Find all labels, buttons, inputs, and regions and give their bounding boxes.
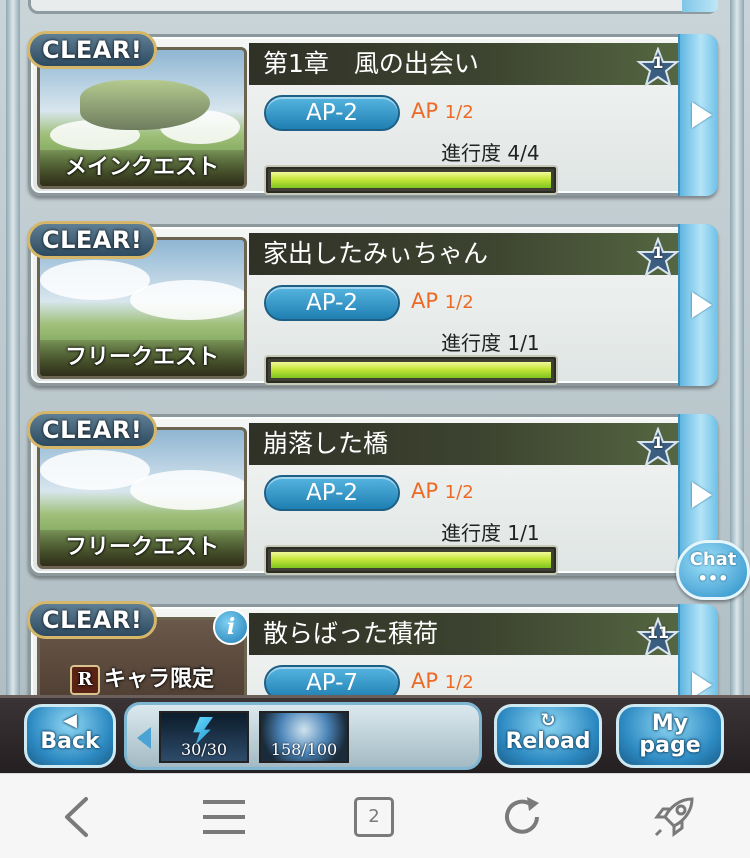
- quest-title: 崩落した橋: [249, 423, 683, 465]
- bp-status: 158/100: [259, 711, 349, 763]
- star-number: 1: [652, 433, 664, 452]
- star-icon: 1: [636, 426, 680, 468]
- quest-open-tab[interactable]: [678, 34, 718, 196]
- quest-title: 家出したみぃちゃん: [249, 233, 683, 275]
- progress-fill: [271, 552, 551, 568]
- clear-badge: CLEAR!: [27, 221, 158, 259]
- reload-icon: ↻: [540, 710, 556, 731]
- arrow-right-icon: [692, 102, 712, 128]
- quest-kind-label: R キャラ限定: [40, 662, 244, 698]
- chat-label: Chat: [689, 549, 737, 570]
- clear-badge: CLEAR!: [27, 601, 158, 639]
- ap-label: AP: [411, 289, 439, 313]
- ap-status: 30/30: [159, 711, 249, 763]
- arrow-right-icon: [692, 292, 712, 318]
- mypage-line2: page: [639, 733, 701, 758]
- ap-label: AP: [411, 669, 439, 693]
- star-icon: 1: [636, 46, 680, 88]
- ap-label: AP: [411, 99, 439, 123]
- arrow-right-icon: [692, 482, 712, 508]
- clear-badge: CLEAR!: [27, 31, 158, 69]
- game-footer: ◀ Back 30/30 158/100 ↻ Reload My page: [0, 695, 750, 773]
- ap-remaining: AP 1/2: [411, 289, 474, 313]
- ap-remaining: AP 1/2: [411, 669, 474, 693]
- clear-badge: CLEAR!: [27, 411, 158, 449]
- quest-title: 散らばった積荷: [249, 613, 683, 655]
- ap-cost-button[interactable]: AP-2: [264, 95, 400, 131]
- tabs-icon[interactable]: 2: [348, 794, 400, 840]
- status-panel[interactable]: 30/30 158/100: [124, 702, 482, 770]
- reload-icon[interactable]: [496, 794, 548, 840]
- back-icon[interactable]: [50, 794, 102, 840]
- ap-cost-button[interactable]: AP-2: [264, 285, 400, 321]
- ap-count: 1/2: [444, 102, 474, 123]
- back-button[interactable]: ◀ Back: [24, 704, 116, 768]
- browser-toolbar: 2: [0, 773, 750, 858]
- progress-bar: [266, 547, 556, 573]
- quest-title: 第1章 風の出会い: [249, 43, 683, 85]
- mypage-button[interactable]: My page: [616, 704, 724, 768]
- ap-count: 1/2: [444, 482, 474, 503]
- left-rail: [6, 0, 20, 700]
- info-icon[interactable]: i: [213, 609, 249, 645]
- progress-bar: [266, 167, 556, 193]
- progress-fill: [271, 172, 551, 188]
- reload-label: Reload: [505, 729, 591, 754]
- chat-dots: •••: [697, 569, 729, 588]
- quest-card[interactable]: フリークエスト CLEAR! 家出したみぃちゃん 1 AP-2 AP 1/2 進…: [27, 221, 718, 386]
- ap-count: 1/2: [444, 292, 474, 313]
- quest-kind-label: フリークエスト: [40, 530, 244, 566]
- progress-label: 進行度 4/4: [441, 141, 540, 165]
- back-arrow-icon: ◀: [63, 710, 77, 731]
- rocket-icon[interactable]: [648, 794, 700, 840]
- progress-fill: [271, 362, 551, 378]
- bp-value: 158/100: [270, 740, 338, 759]
- quest-card[interactable]: フリークエスト CLEAR! 崩落した橋 1 AP-2 AP 1/2 進行度 1…: [27, 411, 718, 576]
- game-area: メインクエスト CLEAR! 第1章 風の出会い 1 AP-2 AP 1/2 進…: [0, 0, 750, 770]
- caret-left-icon[interactable]: [137, 727, 151, 749]
- quest-kind-label: フリークエスト: [40, 340, 244, 376]
- ap-cost-button[interactable]: AP-2: [264, 475, 400, 511]
- quest-card[interactable]: メインクエスト CLEAR! 第1章 風の出会い 1 AP-2 AP 1/2 進…: [27, 31, 718, 196]
- progress-label: 進行度 1/1: [441, 331, 540, 355]
- ap-count: 1/2: [444, 672, 474, 693]
- quest-open-tab[interactable]: [678, 224, 718, 386]
- progress-bar: [266, 357, 556, 383]
- rarity-badge: R: [69, 665, 100, 695]
- ap-remaining: AP 1/2: [411, 99, 474, 123]
- star-number: 11: [646, 623, 670, 642]
- back-label: Back: [40, 729, 100, 754]
- star-number: 1: [652, 53, 664, 72]
- progress-label: 進行度 1/1: [441, 521, 540, 545]
- reload-button[interactable]: ↻ Reload: [494, 704, 602, 768]
- chat-button[interactable]: Chat •••: [676, 540, 750, 600]
- ap-value: 30/30: [180, 740, 228, 759]
- quest-card-partial[interactable]: [28, 0, 718, 14]
- quest-card-partial-tab[interactable]: [682, 0, 718, 12]
- star-icon: 1: [636, 236, 680, 278]
- quest-kind-label: メインクエスト: [40, 150, 244, 186]
- ap-label: AP: [411, 479, 439, 503]
- star-icon: 11: [636, 616, 680, 658]
- ap-remaining: AP 1/2: [411, 479, 474, 503]
- star-number: 1: [652, 243, 664, 262]
- menu-icon[interactable]: [198, 794, 250, 840]
- tab-count: 2: [354, 797, 394, 837]
- mypage-line1: My: [651, 711, 689, 736]
